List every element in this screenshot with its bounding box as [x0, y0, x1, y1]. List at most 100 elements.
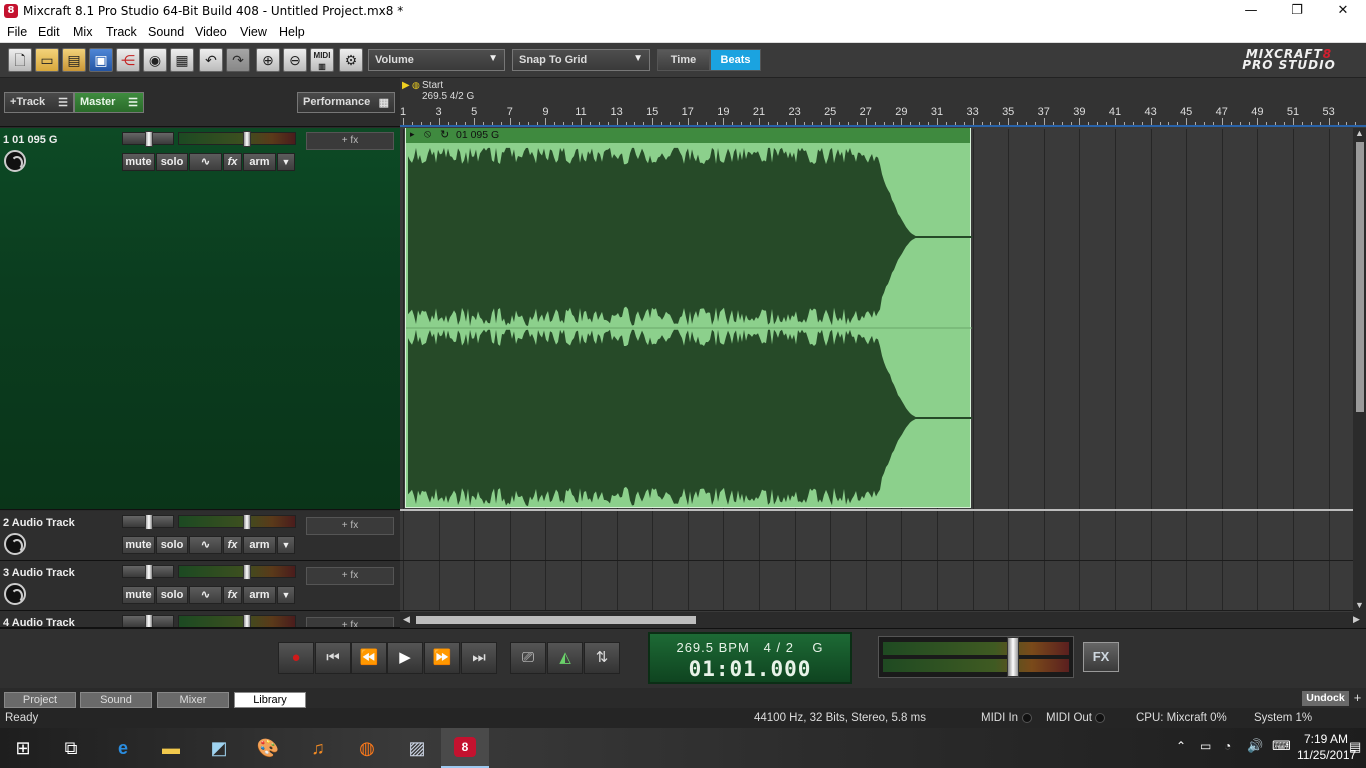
fx-button[interactable]: fx [223, 586, 242, 604]
start-marker-icon[interactable]: ▶ [402, 80, 410, 91]
scroll-up-icon[interactable]: ▲ [1355, 128, 1364, 138]
file-explorer-icon[interactable]: ▬ [158, 735, 184, 761]
menu-video[interactable]: Video [195, 25, 227, 39]
mute-button[interactable]: mute [122, 586, 155, 604]
pan-knob[interactable] [145, 564, 153, 580]
chevron-up-icon[interactable]: ⌃ [1176, 739, 1186, 753]
punch-icon[interactable]: ⇅ [584, 642, 620, 674]
pan-slider[interactable] [122, 514, 174, 530]
add-track-button[interactable]: +Track ☰ [4, 92, 74, 113]
volume-slider[interactable] [178, 614, 296, 627]
automation-icon[interactable]: ∿ [189, 153, 222, 171]
clock-time[interactable]: 7:19 AM [1304, 732, 1348, 746]
vertical-scrollbar[interactable]: ▲ ▼ [1353, 128, 1366, 612]
volume-slider[interactable] [178, 514, 296, 530]
record-icon[interactable]: ● [278, 642, 314, 674]
volume-knob[interactable] [243, 131, 251, 147]
menu-view[interactable]: View [240, 25, 267, 39]
minimize-button[interactable]: — [1228, 0, 1274, 23]
snap-to-grid-dropdown[interactable]: Snap To Grid ▼ [512, 49, 650, 71]
pan-slider[interactable] [122, 131, 174, 147]
chevron-down-icon[interactable]: ▼ [277, 153, 295, 171]
solo-button[interactable]: solo [156, 536, 188, 554]
notifications-icon[interactable]: ▤ [1349, 739, 1361, 755]
go-to-end-icon[interactable]: ⏭ [461, 642, 497, 674]
menu-help[interactable]: Help [279, 25, 305, 39]
master-fx-button[interactable]: FX [1083, 642, 1119, 672]
solo-button[interactable]: solo [156, 153, 188, 171]
save-icon[interactable]: ▣ [89, 48, 113, 72]
undo-icon[interactable]: ↶ [199, 48, 223, 72]
undock-button[interactable]: Undock [1302, 691, 1349, 706]
rewind-icon[interactable]: ⏪ [351, 642, 387, 674]
metronome-icon[interactable]: ◭ [547, 642, 583, 674]
scroll-right-icon[interactable]: ▶ [1353, 614, 1360, 625]
add-fx-button[interactable]: + fx [306, 617, 394, 627]
fx-button[interactable]: fx [223, 153, 242, 171]
menu-file[interactable]: File [7, 25, 27, 39]
loop-icon[interactable]: ⎚ [510, 642, 546, 674]
menu-sound[interactable]: Sound [148, 25, 184, 39]
add-tab-icon[interactable]: + [1351, 691, 1364, 706]
menu-mix[interactable]: Mix [73, 25, 92, 39]
master-volume-knob[interactable] [1007, 637, 1019, 677]
vertical-scroll-thumb[interactable] [1356, 142, 1364, 412]
fast-forward-icon[interactable]: ⏩ [424, 642, 460, 674]
track-4[interactable]: 4 Audio Track + fx [0, 611, 400, 628]
arm-button[interactable]: arm [243, 586, 276, 604]
tab-sound[interactable]: Sound [80, 692, 152, 708]
open-folder-icon[interactable]: ▤ [62, 48, 86, 72]
automation-icon[interactable]: ∿ [189, 536, 222, 554]
timeline-ruler[interactable]: ▶ ◍ Start 269.5 4/2 G 1 3 5 7 9 11 13 15 17 19 21 2… [400, 78, 1366, 127]
scroll-down-icon[interactable]: ▼ [1355, 600, 1364, 610]
scroll-left-icon[interactable]: ◀ [403, 614, 410, 625]
task-view-icon[interactable]: ⧉ [58, 735, 84, 761]
tab-library[interactable]: Library [234, 692, 306, 708]
horizontal-scroll-thumb[interactable] [416, 616, 696, 624]
add-fx-button[interactable]: + fx [306, 567, 394, 585]
zoom-in-icon[interactable]: ⊕ [256, 48, 280, 72]
chevron-down-icon[interactable]: ▼ [277, 586, 295, 604]
add-fx-button[interactable]: + fx [306, 517, 394, 535]
new-icon[interactable]: 🗋 [8, 48, 32, 72]
arm-button[interactable]: arm [243, 153, 276, 171]
volume-icon[interactable]: 🔊 [1247, 738, 1263, 754]
add-fx-button[interactable]: + fx [306, 132, 394, 150]
video-icon[interactable]: ▦ [170, 48, 194, 72]
tab-mixer[interactable]: Mixer [157, 692, 229, 708]
volume-knob[interactable] [243, 514, 251, 530]
mute-button[interactable]: mute [122, 153, 155, 171]
tempo-display[interactable]: 269.5 BPM 4 / 2 G [650, 640, 850, 655]
burn-cd-icon[interactable]: ◉ [143, 48, 167, 72]
volume-slider[interactable] [178, 564, 296, 580]
track-1[interactable]: 1 01 095 G + fx mute solo ∿ fx arm ▼ [0, 128, 400, 510]
notes-app-icon[interactable]: ◩ [206, 735, 232, 761]
chevron-down-icon[interactable]: ▼ [277, 536, 295, 554]
settings-icon[interactable]: ⚙ [339, 48, 363, 72]
track-3[interactable]: 3 Audio Track + fx mute solo ∿ fx arm ▼ [0, 561, 400, 611]
open-icon[interactable]: ▭ [35, 48, 59, 72]
maximize-button[interactable]: ❐ [1274, 0, 1320, 23]
speaker-icon[interactable] [4, 533, 26, 555]
clock-date[interactable]: 11/25/2017 [1297, 748, 1356, 762]
pan-knob[interactable] [145, 514, 153, 530]
clip-header[interactable]: ▸ ⦸ ↻ 01 095 G [406, 128, 970, 143]
menu-track[interactable]: Track [106, 25, 137, 39]
speaker-icon[interactable] [4, 150, 26, 172]
battery-icon[interactable]: ▭ [1200, 739, 1211, 753]
volume-knob[interactable] [243, 564, 251, 580]
automation-icon[interactable]: ∿ [189, 586, 222, 604]
horizontal-scrollbar[interactable]: ◀ ▶ [400, 612, 1366, 628]
pan-knob[interactable] [145, 614, 153, 627]
solo-button[interactable]: solo [156, 586, 188, 604]
track-2[interactable]: 2 Audio Track + fx mute solo ∿ fx arm ▼ [0, 511, 400, 561]
master-button[interactable]: Master ☰ [74, 92, 144, 113]
mute-button[interactable]: mute [122, 536, 155, 554]
mixcraft-taskbar-button[interactable]: 8 [441, 728, 489, 768]
transport-display[interactable]: 269.5 BPM 4 / 2 G 01:01.000 [648, 632, 852, 684]
redo-icon[interactable]: ↷ [226, 48, 250, 72]
menu-edit[interactable]: Edit [38, 25, 60, 39]
time-toggle[interactable]: Time [657, 49, 710, 71]
volume-dropdown[interactable]: Volume ▼ [368, 49, 505, 71]
wifi-icon[interactable]: ◔ [1224, 739, 1231, 753]
